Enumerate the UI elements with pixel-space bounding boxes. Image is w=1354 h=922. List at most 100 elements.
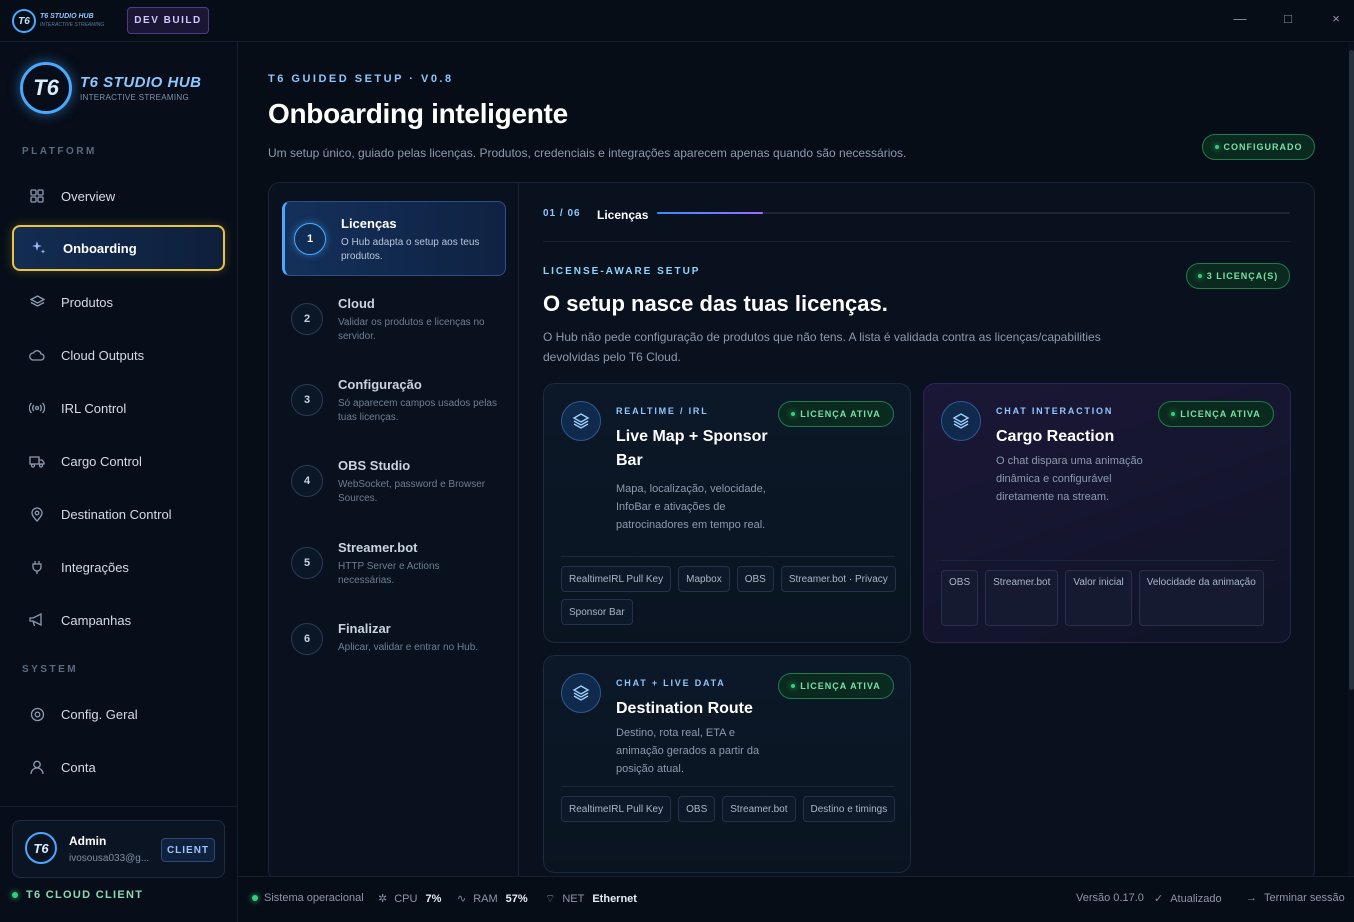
step-item-streamerbot[interactable]: 5 Streamer.bot HTTP Server e Actions nec…	[282, 526, 506, 601]
layers-icon	[561, 401, 601, 441]
update-status: ✓ Atualizado	[1154, 892, 1222, 906]
sidebar-item-overview[interactable]: Overview	[12, 173, 225, 219]
status-dot-icon	[1214, 145, 1219, 149]
content-title: O setup nasce das tuas licenças.	[543, 291, 888, 316]
page-title: Onboarding inteligente	[268, 98, 568, 129]
cpu-label: CPU	[394, 892, 418, 905]
progress-label: Licenças	[597, 208, 649, 222]
step-title: OBS Studio	[338, 458, 411, 473]
step-number: 4	[291, 465, 323, 497]
sidebar-item-integracoes[interactable]: Integrações	[12, 544, 225, 590]
ram-label: RAM	[473, 892, 498, 905]
avatar: T6	[25, 832, 57, 864]
step-item-licencas[interactable]: 1 Licenças O Hub adapta o setup aos teus…	[282, 201, 506, 276]
requirement-tag: RealtimeIRL Pull Key	[561, 566, 672, 592]
product-card-cargo-reaction[interactable]: CHAT INTERACTION Cargo Reaction O chat d…	[923, 383, 1291, 643]
ram-status: ∿ RAM 57%	[457, 892, 528, 906]
sidebar-item-campanhas[interactable]: Campanhas	[12, 597, 225, 643]
status-dot-icon	[1171, 412, 1176, 416]
net-value: Ethernet	[592, 893, 637, 905]
requirement-tag: OBS	[736, 566, 774, 592]
cloud-icon	[29, 347, 45, 363]
step-desc: Aplicar, validar e entrar no Hub.	[338, 642, 479, 653]
step-number: 6	[291, 623, 323, 655]
cloud-client-label: T6 CLOUD CLIENT	[26, 889, 144, 901]
requirement-tag: RealtimeIRL Pull Key	[561, 796, 672, 822]
logout-icon: →	[1246, 892, 1257, 904]
status-dot-icon	[12, 892, 18, 898]
sidebar-item-cloud-outputs[interactable]: Cloud Outputs	[12, 332, 225, 378]
card-title: Cargo Reaction	[996, 428, 1115, 445]
sidebar-item-irl-control[interactable]: IRL Control	[12, 385, 225, 431]
sidebar-item-conta[interactable]: Conta	[12, 744, 225, 790]
user-name: Admin	[69, 834, 107, 848]
sidebar-item-label: Config. Geral	[61, 706, 138, 722]
card-eyebrow: REALTIME / IRL	[616, 406, 709, 416]
requirement-tag: Streamer.bot	[722, 796, 796, 822]
user-icon	[29, 759, 45, 775]
step-desc: Só aparecem campos usados pelas tuas lic…	[338, 398, 497, 423]
close-button[interactable]: ×	[1326, 11, 1346, 26]
sidebar-divider	[0, 806, 237, 807]
step-item-cloud[interactable]: 2 Cloud Validar os produtos e licenças n…	[282, 282, 506, 357]
step-title: Licenças	[341, 216, 397, 231]
divider	[543, 241, 1290, 242]
maximize-button[interactable]: □	[1278, 11, 1298, 26]
step-desc: HTTP Server e Actions necessárias.	[338, 561, 440, 586]
product-card-live-map[interactable]: REALTIME / IRL Live Map + Sponsor Bar Ma…	[543, 383, 911, 643]
step-item-obs-studio[interactable]: 4 OBS Studio WebSocket, password e Brows…	[282, 444, 506, 519]
net-label: NET	[562, 893, 585, 905]
license-active-label: LICENÇA ATIVA	[800, 409, 881, 419]
cpu-icon: ✲	[378, 893, 388, 905]
user-card[interactable]: T6 Admin ivosousa033@g... CLIENT	[12, 820, 225, 878]
sidebar-brand: T6 STUDIO HUB	[80, 74, 202, 91]
sidebar-item-label: Conta	[61, 759, 96, 775]
status-badge-label: CONFIGURADO	[1223, 142, 1303, 152]
scrollbar-thumb[interactable]	[1349, 50, 1354, 690]
requirement-tag: OBS	[941, 570, 979, 626]
system-status: Sistema operacional	[252, 892, 364, 904]
update-status-label: Atualizado	[1170, 892, 1222, 905]
sidebar-item-produtos[interactable]: Produtos	[12, 279, 225, 325]
card-desc: Mapa, localização, velocidade, InfoBar e…	[616, 483, 766, 531]
divider	[561, 556, 895, 557]
status-dot-icon	[1197, 274, 1202, 278]
license-active-badge: LICENÇA ATIVA	[778, 401, 894, 427]
sidebar-item-config-geral[interactable]: Config. Geral	[12, 691, 225, 737]
sidebar-item-cargo-control[interactable]: Cargo Control	[12, 438, 225, 484]
sidebar-logo-icon: T6	[20, 62, 72, 114]
status-dot-icon	[252, 895, 258, 901]
card-eyebrow: CHAT + LIVE DATA	[616, 678, 726, 688]
sidebar-item-label: Cargo Control	[61, 453, 142, 469]
status-badge: CONFIGURADO	[1202, 134, 1315, 160]
activity-icon: ∿	[457, 893, 467, 905]
card-tags: RealtimeIRL Pull Key OBS Streamer.bot De…	[561, 796, 901, 822]
step-item-configuracao[interactable]: 3 Configuração Só aparecem campos usados…	[282, 363, 506, 438]
sidebar-item-destination-control[interactable]: Destination Control	[12, 491, 225, 537]
truck-icon	[29, 453, 45, 469]
step-item-finalizar[interactable]: 6 Finalizar Aplicar, validar e entrar no…	[282, 607, 506, 682]
minimize-button[interactable]: —	[1230, 11, 1250, 26]
layers-icon	[561, 673, 601, 713]
status-dot-icon	[791, 684, 796, 688]
page-subtitle: Um setup único, guiado pelas licenças. P…	[268, 146, 907, 160]
page-eyebrow: T6 GUIDED SETUP · V0.8	[268, 73, 454, 85]
sidebar-item-onboarding[interactable]: Onboarding	[12, 225, 225, 271]
step-title: Cloud	[338, 296, 375, 311]
sidebar-item-label: IRL Control	[61, 400, 127, 416]
app-logo-icon: T6	[12, 9, 36, 33]
step-title: Finalizar	[338, 621, 391, 636]
step-desc: O Hub adapta o setup aos teus produtos.	[341, 237, 480, 262]
sidebar: T6 T6 STUDIO HUB INTERACTIVE STREAMING P…	[0, 42, 238, 922]
product-card-destination-route[interactable]: CHAT + LIVE DATA Destination Route Desti…	[543, 655, 911, 873]
license-active-badge: LICENÇA ATIVA	[778, 673, 894, 699]
sidebar-brand-sub: INTERACTIVE STREAMING	[80, 93, 189, 102]
status-bar: Sistema operacional ✲ CPU 7% ∿ RAM 57% ⌔…	[238, 876, 1354, 922]
title-bar: T6 T6 STUDIO HUB INTERACTIVE STREAMING D…	[0, 0, 1354, 42]
card-desc: O chat dispara uma animação dinâmica e c…	[996, 455, 1143, 503]
layers-icon	[941, 401, 981, 441]
content-eyebrow: LICENSE-AWARE SETUP	[543, 266, 701, 277]
card-eyebrow: CHAT INTERACTION	[996, 406, 1114, 416]
logout-button[interactable]: → Terminar sessão	[1246, 892, 1345, 904]
progress-bar	[657, 212, 1290, 214]
